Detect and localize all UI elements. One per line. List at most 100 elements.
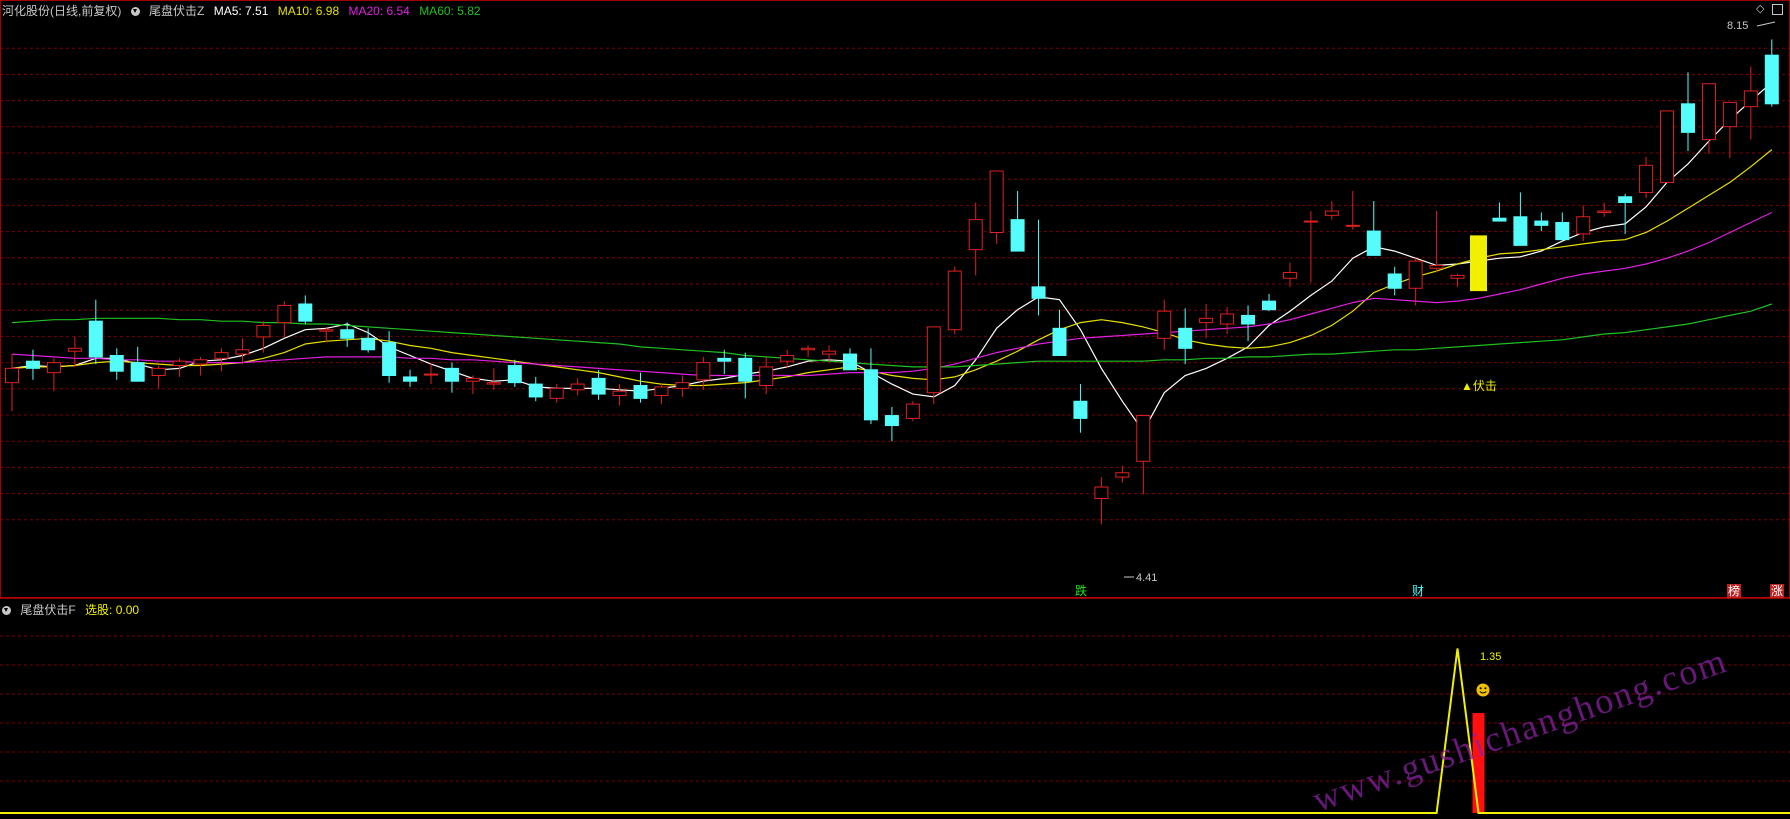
candlestick[interactable] bbox=[1324, 201, 1339, 220]
candle-body-down bbox=[298, 303, 313, 322]
candlestick[interactable] bbox=[361, 328, 376, 353]
candlestick-series[interactable] bbox=[5, 39, 1779, 525]
candlestick[interactable] bbox=[1178, 308, 1193, 365]
candlestick[interactable] bbox=[25, 349, 40, 380]
candlestick[interactable] bbox=[1660, 110, 1675, 183]
candlestick[interactable] bbox=[822, 345, 837, 362]
candlestick[interactable] bbox=[1576, 205, 1591, 242]
candlestick[interactable] bbox=[549, 384, 564, 403]
candlestick[interactable] bbox=[1722, 101, 1737, 159]
candlestick[interactable] bbox=[88, 299, 103, 365]
candlestick[interactable] bbox=[528, 376, 543, 402]
candlestick[interactable] bbox=[1743, 66, 1758, 140]
candlestick[interactable] bbox=[1387, 266, 1402, 296]
candlestick[interactable] bbox=[738, 352, 753, 399]
candlestick[interactable] bbox=[1534, 212, 1549, 232]
ma-line-ma20 bbox=[11, 211, 1773, 377]
candlestick[interactable] bbox=[507, 359, 522, 387]
candlestick[interactable] bbox=[801, 345, 816, 357]
candlestick[interactable] bbox=[1597, 202, 1612, 217]
candle-body-up bbox=[1450, 274, 1465, 279]
candle-body-up bbox=[905, 403, 920, 419]
candlestick[interactable] bbox=[1282, 262, 1297, 287]
candlestick[interactable] bbox=[109, 348, 124, 380]
indicator-sub-name[interactable]: 尾盘伏击F bbox=[20, 603, 75, 617]
candlestick[interactable] bbox=[884, 406, 899, 442]
candlestick[interactable] bbox=[403, 369, 418, 387]
marker-bang[interactable]: 榜 bbox=[1727, 584, 1742, 598]
candlestick[interactable] bbox=[486, 368, 501, 390]
candlestick[interactable] bbox=[612, 384, 627, 406]
settings-circle-icon[interactable] bbox=[2, 606, 11, 615]
candlestick[interactable] bbox=[130, 346, 145, 382]
candlestick[interactable] bbox=[319, 326, 334, 343]
candlestick[interactable] bbox=[591, 369, 606, 400]
candle-body-up bbox=[926, 326, 941, 394]
marker-cai[interactable]: 财 bbox=[1411, 584, 1425, 598]
candlestick[interactable] bbox=[654, 384, 669, 405]
candlestick[interactable] bbox=[1618, 193, 1633, 234]
candlestick[interactable] bbox=[256, 321, 271, 353]
candlestick[interactable] bbox=[1010, 191, 1025, 252]
candlestick[interactable] bbox=[843, 348, 857, 371]
candle-body-down bbox=[1534, 220, 1549, 226]
candlestick[interactable] bbox=[1366, 201, 1381, 256]
candlestick[interactable] bbox=[46, 358, 61, 392]
candlestick[interactable] bbox=[465, 375, 480, 395]
indicator-main-name[interactable]: 尾盘伏击Z bbox=[149, 4, 204, 18]
candlestick[interactable] bbox=[863, 348, 878, 425]
candlestick[interactable] bbox=[1408, 258, 1423, 306]
candlestick[interactable] bbox=[1513, 192, 1528, 246]
candlestick[interactable] bbox=[926, 326, 941, 405]
candlestick[interactable] bbox=[1199, 304, 1214, 339]
candlestick[interactable] bbox=[1701, 83, 1716, 154]
candlestick[interactable] bbox=[298, 295, 313, 325]
candlestick[interactable] bbox=[151, 365, 166, 389]
candlestick[interactable] bbox=[633, 372, 648, 403]
candlestick[interactable] bbox=[989, 170, 1004, 244]
candlestick[interactable] bbox=[1681, 72, 1695, 151]
candlestick[interactable] bbox=[1345, 191, 1360, 230]
candlestick[interactable] bbox=[444, 362, 459, 393]
candle-body-down bbox=[1366, 230, 1381, 256]
candlestick[interactable] bbox=[947, 266, 962, 335]
candlestick[interactable] bbox=[277, 301, 292, 337]
candle-body-down bbox=[863, 369, 878, 421]
candle-body-up bbox=[1345, 224, 1360, 227]
candlestick[interactable] bbox=[1052, 309, 1067, 356]
candlestick[interactable] bbox=[1764, 39, 1779, 107]
ma5-value: MA5: 7.51 bbox=[213, 4, 269, 18]
candlestick[interactable] bbox=[1031, 219, 1046, 316]
window-icon[interactable] bbox=[1772, 4, 1783, 15]
settings-circle-icon[interactable] bbox=[130, 7, 140, 16]
candlestick[interactable] bbox=[570, 378, 585, 396]
candlestick[interactable] bbox=[1220, 306, 1235, 335]
candlestick[interactable] bbox=[1639, 156, 1654, 199]
stock-title: 河化股份(日线,前复权) bbox=[2, 4, 122, 18]
candlestick[interactable] bbox=[1262, 293, 1276, 312]
candle-body-down bbox=[528, 383, 543, 398]
candlestick[interactable] bbox=[1157, 299, 1172, 350]
candlestick[interactable] bbox=[382, 331, 397, 383]
chart-annotations: 8.15 4.41 ▲伏击 1.35 www.gushichanghong.co… bbox=[1124, 20, 1776, 819]
candlestick[interactable] bbox=[1450, 273, 1465, 287]
candlestick[interactable] bbox=[1073, 384, 1088, 433]
candlestick[interactable] bbox=[1115, 465, 1130, 483]
candlestick[interactable] bbox=[1241, 305, 1256, 342]
candlestick[interactable] bbox=[968, 202, 983, 276]
stock-chart-canvas[interactable]: 8.15 4.41 ▲伏击 1.35 www.gushichanghong.co… bbox=[0, 0, 1790, 819]
candle-body-up bbox=[570, 383, 585, 391]
diamond-icon[interactable]: ◇ bbox=[1756, 2, 1764, 15]
candle-body-up bbox=[214, 352, 229, 359]
candlestick[interactable] bbox=[193, 356, 208, 376]
marker-zhang[interactable]: 涨 bbox=[1770, 584, 1785, 598]
candlestick[interactable] bbox=[905, 401, 920, 422]
candlestick[interactable] bbox=[1136, 415, 1151, 495]
candlestick[interactable] bbox=[172, 358, 187, 377]
candlestick[interactable] bbox=[1555, 212, 1570, 241]
candlestick[interactable] bbox=[1094, 477, 1109, 525]
candlestick[interactable] bbox=[1303, 211, 1318, 283]
marker-die[interactable]: 跌 bbox=[1074, 584, 1088, 598]
candlestick[interactable] bbox=[675, 375, 690, 397]
candlestick[interactable] bbox=[235, 338, 250, 365]
